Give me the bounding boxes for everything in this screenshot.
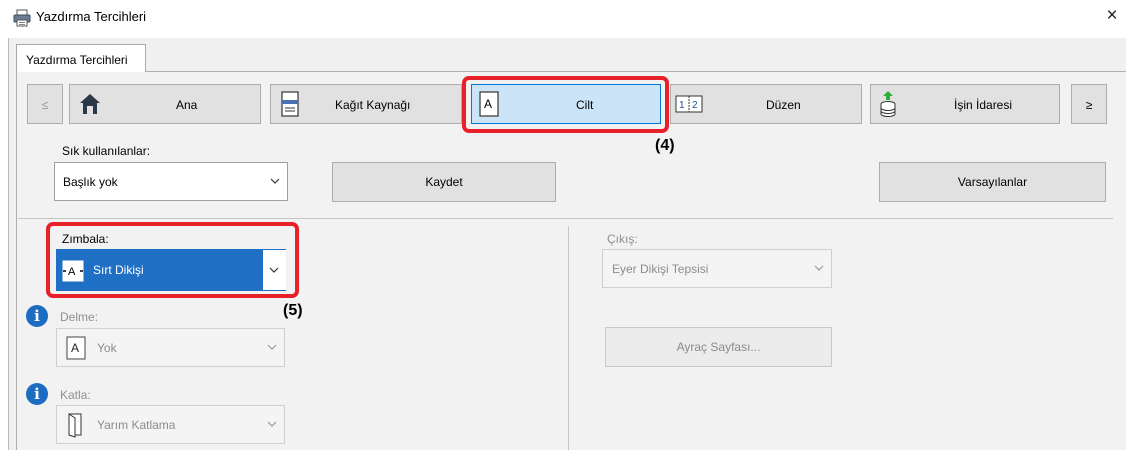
nav-tab-job-handling-label: İşin İdaresi bbox=[954, 98, 1013, 112]
restore-defaults-button-label: Varsayılanlar bbox=[957, 175, 1028, 189]
chevron-down-icon bbox=[814, 265, 824, 271]
info-icon[interactable]: i bbox=[26, 305, 48, 327]
svg-text:2: 2 bbox=[692, 100, 698, 111]
half-fold-icon bbox=[68, 413, 82, 438]
tab-print-preferences[interactable]: Yazdırma Tercihleri bbox=[16, 44, 146, 72]
svg-text:1: 1 bbox=[679, 100, 685, 111]
callout-label-4: (4) bbox=[655, 137, 675, 154]
nav-tab-layout-label: Düzen bbox=[766, 98, 801, 112]
chevron-down-icon bbox=[267, 421, 277, 427]
favorites-select[interactable]: Başlık yok bbox=[54, 162, 288, 201]
job-storage-icon bbox=[880, 91, 896, 117]
nav-tab-main-label: Ana bbox=[176, 98, 198, 112]
save-favorite-button-label: Kaydet bbox=[425, 175, 463, 189]
punch-select[interactable]: A Yok bbox=[56, 328, 285, 367]
info-icon[interactable]: i bbox=[26, 383, 48, 405]
nav-tab-main[interactable]: Ana bbox=[69, 84, 261, 124]
nav-tab-layout[interactable]: 1 2 Düzen bbox=[670, 84, 862, 124]
restore-defaults-button[interactable]: Varsayılanlar bbox=[879, 162, 1106, 202]
nav-prev-button[interactable]: ≤ bbox=[27, 84, 63, 124]
callout-label-5: (5) bbox=[283, 302, 303, 319]
fold-label: Katla: bbox=[60, 388, 91, 402]
favorites-select-value: Başlık yok bbox=[63, 175, 118, 189]
callout-tab-highlight bbox=[462, 76, 669, 133]
window-title: Yazdırma Tercihleri bbox=[36, 9, 147, 24]
output-label: Çıkış: bbox=[607, 232, 638, 246]
save-favorite-button[interactable]: Kaydet bbox=[332, 162, 556, 202]
home-icon bbox=[80, 94, 100, 114]
page-a-icon: A bbox=[66, 336, 86, 360]
fold-select-value: Yarım Katlama bbox=[97, 418, 176, 432]
paper-tray-icon bbox=[281, 91, 299, 117]
separator-page-button-label: Ayraç Sayfası... bbox=[676, 340, 761, 354]
close-button[interactable]: × bbox=[1100, 4, 1124, 28]
tab-label: Yazdırma Tercihleri bbox=[26, 53, 128, 67]
section-divider bbox=[18, 218, 1113, 219]
nav-tab-paper-source[interactable]: Kağıt Kaynağı bbox=[270, 84, 462, 124]
layout-icon: 1 2 bbox=[675, 95, 703, 113]
punch-select-value: Yok bbox=[97, 341, 117, 355]
separator-page-button[interactable]: Ayraç Sayfası... bbox=[605, 327, 832, 367]
fold-select[interactable]: Yarım Katlama bbox=[56, 405, 285, 444]
nav-tab-job-handling[interactable]: İşin İdaresi bbox=[870, 84, 1060, 124]
output-select-value: Eyer Dikişi Tepsisi bbox=[612, 262, 709, 276]
chevron-down-icon bbox=[267, 344, 277, 350]
printer-icon bbox=[13, 9, 31, 27]
svg-text:A: A bbox=[71, 341, 79, 355]
output-select[interactable]: Eyer Dikişi Tepsisi bbox=[602, 249, 832, 288]
nav-tab-paper-source-label: Kağıt Kaynağı bbox=[335, 98, 411, 112]
callout-staple-highlight bbox=[46, 222, 299, 298]
chevron-down-icon bbox=[270, 178, 280, 184]
favorites-label: Sık kullanılanlar: bbox=[62, 144, 151, 158]
nav-next-button[interactable]: ≥ bbox=[1071, 84, 1107, 124]
title-bar bbox=[0, 0, 1126, 36]
punch-label: Delme: bbox=[60, 310, 99, 324]
column-divider bbox=[568, 226, 569, 450]
